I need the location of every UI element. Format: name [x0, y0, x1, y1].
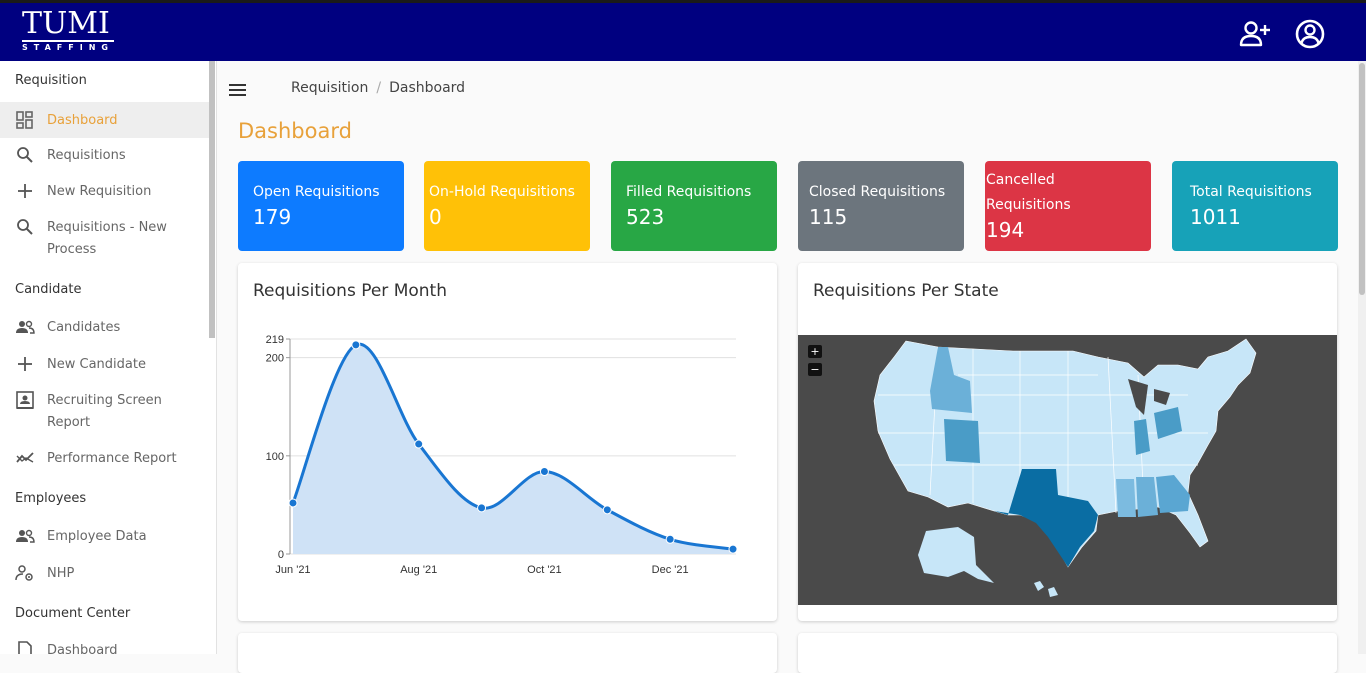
- y-tick-label: 100: [266, 451, 284, 463]
- sidebar-item-label: Requisitions: [47, 148, 126, 163]
- add-user-icon[interactable]: [1238, 17, 1272, 51]
- sidebar-item-label: Candidates: [47, 320, 121, 335]
- x-tick-label: Jun '21: [275, 564, 310, 576]
- page-scrollbar[interactable]: [1358, 61, 1366, 654]
- stat-value: 0: [429, 205, 442, 229]
- logo-main-text: TUMI: [22, 6, 110, 41]
- tumi-logo[interactable]: TUMI STAFFING: [22, 9, 114, 52]
- page-title: Dashboard: [238, 119, 352, 143]
- sidebar-item-requisitions[interactable]: Requisitions: [0, 145, 209, 167]
- sidebar-item-performance-report[interactable]: Performance Report: [0, 448, 209, 470]
- sidebar-item-label: Performance Report: [47, 451, 177, 466]
- stat-label: On-Hold Requisitions: [429, 184, 575, 200]
- plus-icon: [18, 184, 32, 198]
- section-document-center: Document Center: [15, 606, 131, 621]
- sidebar-scrollbar[interactable]: [209, 61, 215, 338]
- stat-on-hold-requisitions[interactable]: On-Hold Requisitions 0: [424, 161, 590, 251]
- people-icon: [16, 529, 35, 543]
- requisitions-per-month-chart: 0 100 200 219 Jun '21 Aug '21 Oct '21 Dec '21: [266, 334, 738, 576]
- y-tick-label: 0: [278, 549, 284, 561]
- data-point[interactable]: [351, 340, 361, 350]
- sidebar-item-label: Recruiting Screen Report: [47, 393, 162, 430]
- stat-label: Closed Requisitions: [809, 184, 946, 200]
- breadcrumb-requisition[interactable]: Requisition: [291, 80, 368, 96]
- person-gear-icon: [15, 565, 33, 581]
- sidebar-item-label: New Requisition: [47, 184, 152, 199]
- sidebar-item-label: Dashboard: [47, 643, 118, 654]
- stat-cancelled-requisitions[interactable]: Cancelled Requisitions 194: [985, 161, 1151, 251]
- stat-label: Open Requisitions: [253, 184, 380, 200]
- y-tick-label: 200: [266, 353, 284, 365]
- sidebar-item-new-candidate[interactable]: New Candidate: [0, 354, 209, 376]
- breadcrumb-dashboard: Dashboard: [389, 80, 466, 96]
- stat-label: Filled Requisitions: [626, 184, 752, 200]
- page-scrollbar-thumb[interactable]: [1359, 63, 1365, 295]
- sidebar-item-recruiting-screen-report[interactable]: Recruiting Screen Report: [0, 390, 209, 434]
- x-tick-label: Oct '21: [527, 564, 562, 576]
- data-point[interactable]: [602, 505, 612, 515]
- main-content: Requisition / Dashboard Dashboard Open Req…: [217, 61, 1358, 673]
- sidebar: Requisition Dashboard Requisitions New R…: [0, 61, 217, 654]
- sidebar-item-label: Employee Data: [47, 529, 147, 544]
- sidebar-item-label: New Candidate: [47, 357, 146, 372]
- sidebar-item-employee-data[interactable]: Employee Data: [0, 526, 209, 548]
- data-point[interactable]: [728, 544, 738, 554]
- account-circle-icon[interactable]: [1293, 17, 1327, 51]
- menu-icon[interactable]: [229, 83, 247, 97]
- sidebar-item-nhp[interactable]: NHP: [0, 563, 209, 585]
- document-icon: [18, 641, 32, 654]
- sidebar-item-new-requisition[interactable]: New Requisition: [0, 181, 209, 203]
- breadcrumb: Requisition / Dashboard: [291, 80, 465, 96]
- y-tick-label: 219: [266, 334, 284, 346]
- stat-closed-requisitions[interactable]: Closed Requisitions 115: [798, 161, 964, 251]
- data-point[interactable]: [288, 498, 298, 508]
- series-area: [293, 344, 733, 554]
- people-icon: [16, 320, 35, 334]
- logo-sub-text: STAFFING: [22, 40, 114, 52]
- card-title: Requisitions Per State: [813, 281, 999, 301]
- search-icon: [17, 219, 33, 235]
- search-icon: [17, 147, 33, 163]
- plus-icon: [18, 357, 32, 371]
- data-point[interactable]: [665, 534, 675, 544]
- stat-value: 1011: [1190, 205, 1241, 229]
- stat-total-requisitions[interactable]: Total Requisitions 1011: [1172, 161, 1338, 251]
- top-navbar: TUMI STAFFING: [0, 0, 1366, 61]
- requisitions-per-month-card: Requisitions Per Month 0 100 200 219 Jun '21…: [238, 263, 777, 621]
- lower-left-card: [238, 633, 777, 673]
- section-candidate: Candidate: [15, 282, 82, 297]
- trend-icon: [16, 452, 34, 463]
- stat-value: 523: [626, 205, 665, 229]
- data-point[interactable]: [414, 439, 424, 449]
- breadcrumb-separator: /: [376, 80, 382, 96]
- stat-value: 115: [809, 205, 848, 229]
- sidebar-item-candidates[interactable]: Candidates: [0, 317, 209, 339]
- stat-filled-requisitions[interactable]: Filled Requisitions 523: [611, 161, 777, 251]
- sidebar-item-label: NHP: [47, 566, 75, 581]
- requisitions-per-state-card: Requisitions Per State + −: [798, 263, 1337, 621]
- sidebar-item-label: Requisitions - New Process: [47, 220, 167, 257]
- data-point[interactable]: [477, 503, 487, 513]
- sidebar-item-document-dashboard[interactable]: Dashboard: [0, 640, 209, 654]
- stat-value: 194: [986, 218, 1025, 242]
- us-state-map[interactable]: + −: [798, 335, 1337, 605]
- x-tick-label: Aug '21: [400, 564, 437, 576]
- report-icon: [16, 391, 34, 409]
- stat-label: Cancelled Requisitions: [986, 172, 1071, 213]
- section-employees: Employees: [15, 491, 87, 506]
- us-map-graphic: [873, 338, 1257, 597]
- sidebar-item-requisitions-new-process[interactable]: Requisitions - New Process: [0, 217, 209, 261]
- sidebar-item-label: Dashboard: [47, 113, 118, 128]
- dashboard-icon: [16, 111, 33, 129]
- x-tick-label: Dec '21: [652, 564, 689, 576]
- lower-right-card: [798, 633, 1337, 673]
- stat-label: Total Requisitions: [1190, 184, 1312, 200]
- data-point[interactable]: [539, 467, 549, 477]
- sidebar-item-dashboard[interactable]: Dashboard: [0, 102, 209, 138]
- section-requisition: Requisition: [15, 73, 87, 88]
- stat-value: 179: [253, 205, 292, 229]
- stat-open-requisitions[interactable]: Open Requisitions 179: [238, 161, 404, 251]
